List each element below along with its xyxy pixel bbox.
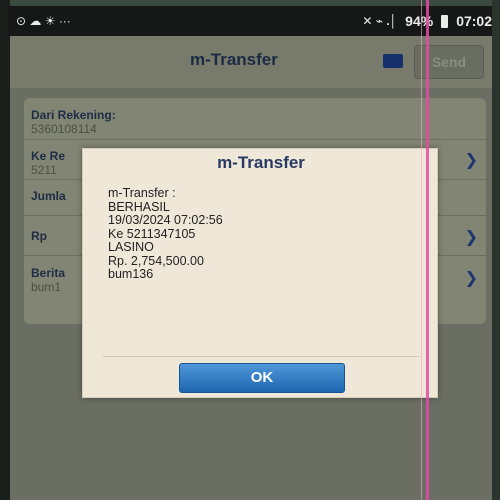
screen-defect-line xyxy=(426,0,429,500)
signal-icons: ✕ ⌁ .│ xyxy=(362,14,398,28)
chevron-right-icon: ❯ xyxy=(464,152,478,169)
from-account-value: 5360108114 xyxy=(31,122,97,136)
app-title: m-Transfer xyxy=(190,50,278,69)
send-button[interactable]: Send xyxy=(414,45,484,79)
currency-label: Rp xyxy=(31,229,47,243)
to-account-value: 5211 xyxy=(31,163,57,177)
to-account-label: Ke Re xyxy=(31,149,66,163)
dialog-message: m-Transfer : BERHASIL 19/03/2024 07:02:5… xyxy=(108,186,223,281)
message-value: bum1 xyxy=(31,280,62,294)
screen-defect-line xyxy=(421,0,422,500)
ok-button[interactable]: OK xyxy=(179,363,345,393)
from-account-row: Dari Rekening: 5360108114 xyxy=(24,98,486,140)
clock: 07:02 xyxy=(456,13,492,29)
dialog-title: m-Transfer xyxy=(217,153,305,172)
notification-icons-text: ⊙ ☁ ☀ ··· xyxy=(16,14,71,28)
from-account-label: Dari Rekening: xyxy=(31,108,116,122)
device-bezel-right xyxy=(492,0,500,500)
app-header: m-Transfer Send xyxy=(10,36,492,88)
indicator-icon xyxy=(383,54,403,68)
result-dialog: m-Transfer m-Transfer : BERHASIL 19/03/2… xyxy=(82,148,438,398)
message-label: Berita xyxy=(31,266,66,280)
device-bezel-left xyxy=(0,0,10,500)
chevron-right-icon: ❯ xyxy=(464,270,478,287)
notification-icons: ⊙ ☁ ☀ ··· xyxy=(16,14,71,28)
battery-icon xyxy=(441,14,449,28)
amount-label: Jumla xyxy=(31,189,66,203)
chevron-right-icon: ❯ xyxy=(464,229,478,246)
dialog-divider xyxy=(103,356,419,357)
